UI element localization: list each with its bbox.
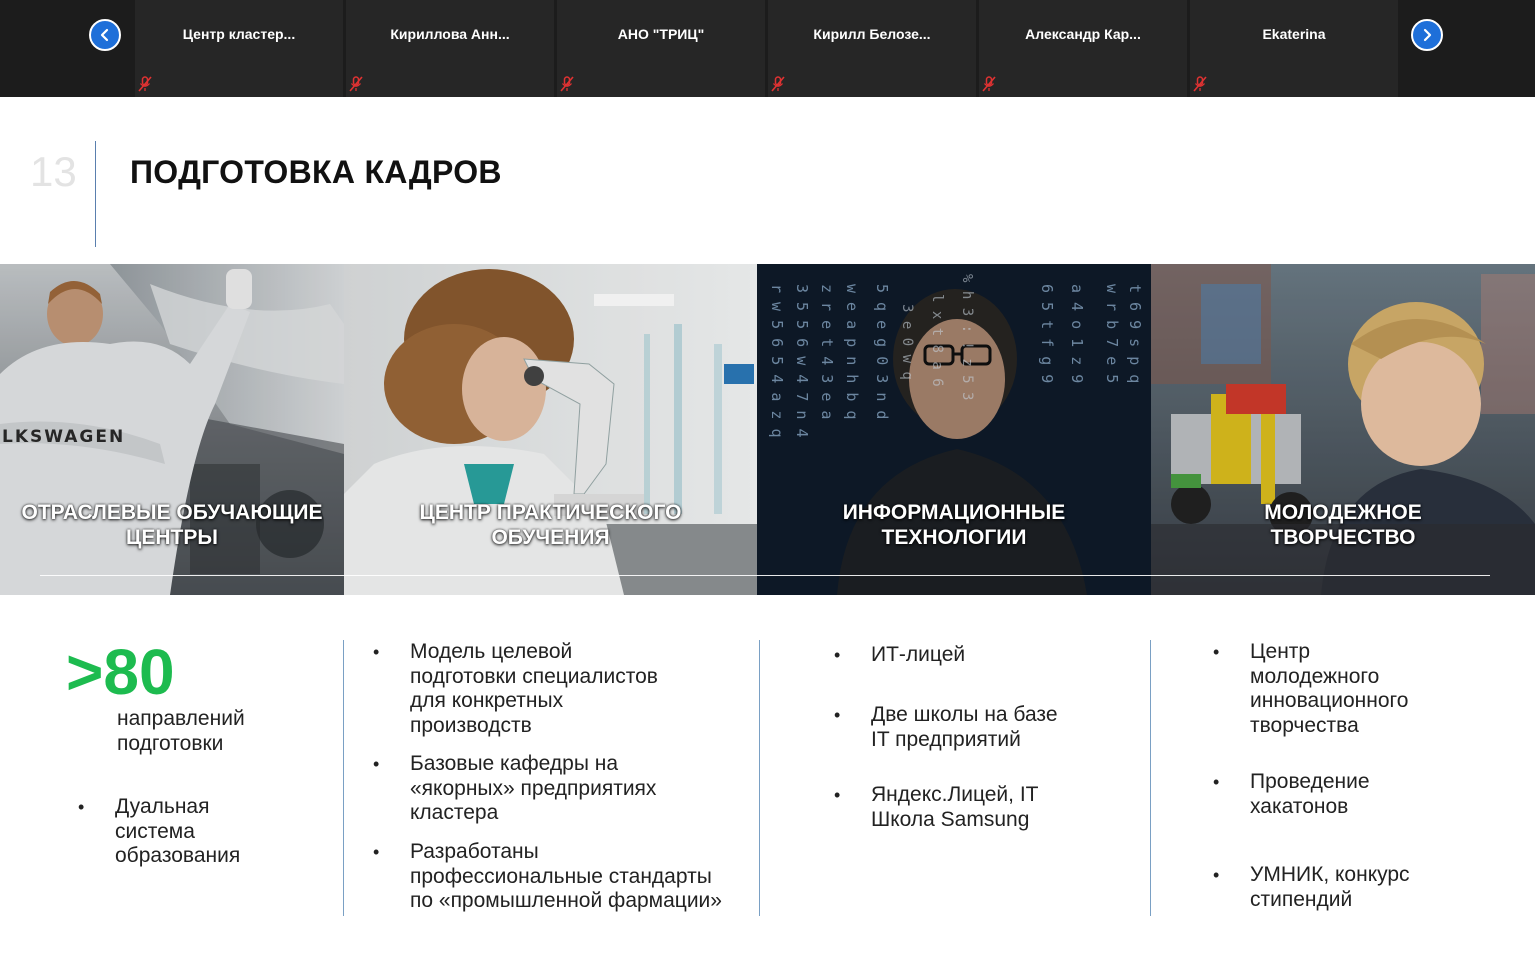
item-line: система [115,819,195,843]
panel-caption: ИНФОРМАЦИОННЫЕ ТЕХНОЛОГИИ [757,500,1151,550]
list-item: • Центр молодежного инновационного творч… [1213,640,1408,738]
participant-tile[interactable]: Кириллова Анн... [346,0,554,97]
participant-tile[interactable]: Кирилл Белозе... [768,0,976,97]
item-line: хакатонов [1250,794,1349,818]
item-line: ИТ-лицей [871,643,966,666]
list-item: • Модель целевой подготовки специалистов… [373,640,658,738]
participant-tile[interactable]: Центр кластер... [135,0,343,97]
bullet: • [373,642,380,662]
mic-muted-icon [349,76,363,92]
list-item: • Базовые кафедры на «якорных» предприят… [373,752,656,826]
item-line: Две школы на базе [871,703,1058,726]
item-line: по «промышленной фармации» [410,889,722,912]
item-line: производств [410,713,532,737]
big-stat-number: >80 [66,636,175,708]
item-line: Проведение [1250,770,1370,793]
participant-tile[interactable]: Ekaterina [1190,0,1398,97]
bullet: • [1213,865,1220,885]
bullet: • [834,645,841,665]
item-line: Школа Samsung [871,807,1030,831]
panel-practical-training: ЦЕНТР ПРАКТИЧЕСКОГО ОБУЧЕНИЯ [344,264,757,595]
bullet: • [373,842,380,862]
band-divider [40,575,1490,576]
mic-muted-icon [982,76,996,92]
participant-tile[interactable]: АНО "ТРИЦ" [557,0,765,97]
participant-name: Ekaterina [1262,26,1326,42]
photo-band: LKSWAGEN ОТРАСЛЕВЫЕ ОБУЧАЮЩИЕ ЦЕНТРЫ ЦЕН… [0,264,1535,595]
panel-industry-centers: LKSWAGEN ОТРАСЛЕВЫЕ ОБУЧАЮЩИЕ ЦЕНТРЫ [0,264,344,595]
mic-muted-icon [771,76,785,92]
bullet: • [834,785,841,805]
header-divider [95,141,96,247]
item-line: стипендий [1250,887,1353,911]
caption-line: подготовки [117,732,224,755]
item-line: инновационного [1250,689,1409,712]
bullet: • [1213,772,1220,792]
slide-title: ПОДГОТОВКА КАДРОВ [130,154,502,190]
item-line: творчества [1250,713,1359,737]
list-item: • Яндекс.Лицей, IT Школа Samsung [834,783,1039,832]
participant-tile[interactable]: Александр Кар... [979,0,1187,97]
panel-caption: ЦЕНТР ПРАКТИЧЕСКОГО ОБУЧЕНИЯ [344,500,757,550]
caption-line: ТВОРЧЕСТВО [1270,526,1416,549]
participant-name: АНО "ТРИЦ" [617,26,705,42]
participant-name: Александр Кар... [1025,26,1141,42]
list-item: • ИТ-лицей [834,643,965,668]
slide-number: 13 [30,148,77,195]
participant-strip: Центр кластер... Кириллова Анн... АНО "Т… [0,0,1535,97]
item-line: для конкретных [410,689,564,712]
list-item: • Проведение хакатонов [1213,770,1370,819]
item-line: молодежного [1250,664,1380,688]
panel-it: r w 5 6 5 4 a z q 3 5 5 6 w 4 7 n 4 z r … [757,264,1151,595]
caption-line: МОЛОДЕЖНОЕ [1264,501,1422,524]
participant-name: Центр кластер... [182,26,296,42]
item-line: профессиональные стандарты [410,864,712,888]
caption-line: ОБУЧЕНИЯ [491,526,610,549]
chevron-right-icon [1423,28,1432,42]
mic-muted-icon [1193,76,1207,92]
item-line: Яндекс.Лицей, IT [871,783,1039,806]
mic-muted-icon [138,76,152,92]
column-divider [759,640,760,916]
chevron-left-icon [100,28,109,42]
caption-line: ИНФОРМАЦИОННЫЕ [842,501,1066,524]
item-line: Центр [1250,640,1311,663]
next-participants-button[interactable] [1411,19,1443,51]
big-stat-caption: направлений подготовки [117,706,245,756]
bullet: • [78,797,85,817]
caption-line: направлений [117,707,245,730]
list-item: • Две школы на базе IT предприятий [834,703,1058,752]
bullet: • [373,754,380,774]
item-line: образования [115,844,241,867]
prev-participants-button[interactable] [89,19,121,51]
item-line: кластера [410,801,499,824]
caption-line: ТЕХНОЛОГИИ [881,526,1027,549]
participant-name: Кириллова Анн... [390,26,510,42]
column-divider [343,640,344,916]
item-line: УМНИК, конкурс [1250,863,1410,886]
mic-muted-icon [560,76,574,92]
bullet: • [834,705,841,725]
list-item: • Дуальная система образования [78,795,240,869]
panel-caption: МОЛОДЕЖНОЕ ТВОРЧЕСТВО [1151,500,1535,550]
item-line: Модель целевой [410,640,573,663]
panel-youth-creativity: МОЛОДЕЖНОЕ ТВОРЧЕСТВО [1151,264,1535,595]
item-line: Базовые кафедры на [410,752,619,775]
list-item: • УМНИК, конкурс стипендий [1213,863,1410,912]
list-item: • Разработаны профессиональные стандарты… [373,840,722,914]
participant-name: Кирилл Белозе... [813,26,931,42]
item-line: IT предприятий [871,727,1021,751]
bullet: • [1213,642,1220,662]
item-line: Дуальная [115,795,210,818]
item-line: «якорных» предприятиях [410,776,657,800]
item-line: Разработаны [410,840,539,863]
caption-line: ЦЕНТР ПРАКТИЧЕСКОГО [419,501,682,524]
caption-line: ОТРАСЛЕВЫЕ ОБУЧАЮЩИЕ [21,501,323,524]
caption-line: ЦЕНТРЫ [126,526,218,549]
panel-caption: ОТРАСЛЕВЫЕ ОБУЧАЮЩИЕ ЦЕНТРЫ [0,500,344,550]
column-divider [1150,640,1151,916]
item-line: подготовки специалистов [410,664,658,688]
